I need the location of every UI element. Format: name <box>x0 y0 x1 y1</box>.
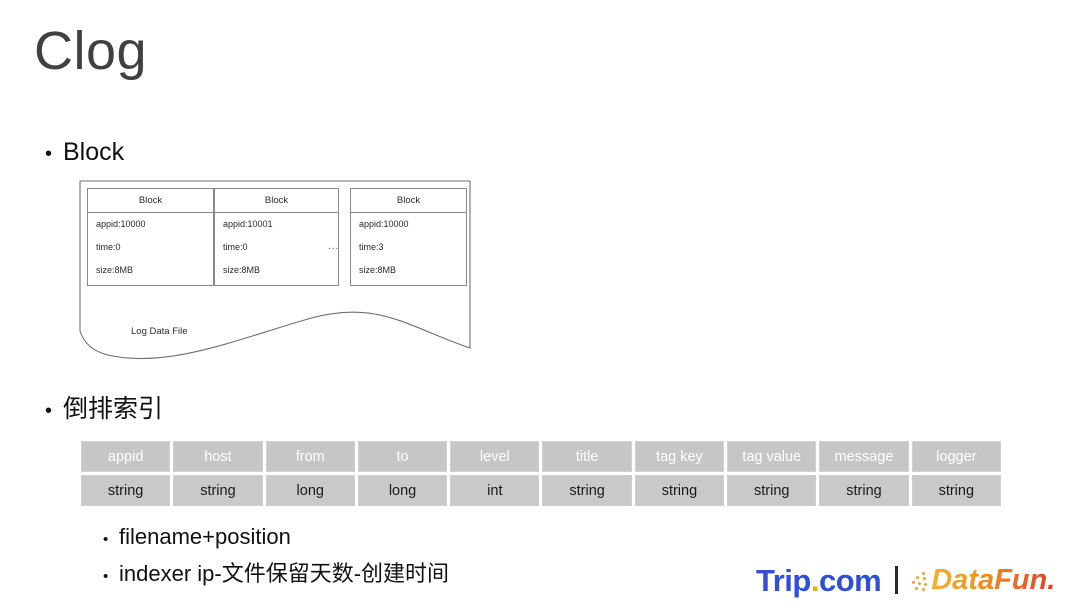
datafun-logo-text: DataFun. <box>931 563 1056 596</box>
block-field-size: size:8MB <box>223 265 261 275</box>
table-header-cell: host <box>173 441 263 472</box>
datafun-dots-icon <box>912 569 930 591</box>
table-header-row: appid host from to level title tag key t… <box>81 441 1001 472</box>
table-row: string string long long int string strin… <box>81 475 1001 506</box>
table-cell-type: int <box>450 475 540 506</box>
table-cell-type: string <box>173 475 263 506</box>
block-field-time: time:0 <box>223 242 248 252</box>
table-header-cell: from <box>265 441 355 472</box>
block-header: Block <box>88 189 213 213</box>
block-cards: Block appid:10000 time:0 size:8MB Block … <box>78 179 474 294</box>
bullet-marker-icon: • <box>45 400 53 422</box>
table-header-cell: title <box>542 441 632 472</box>
sub-bullet-filename-position: • filename+position <box>103 524 291 550</box>
trip-logo-dot: . <box>810 562 820 598</box>
table-cell-type: long <box>357 475 448 506</box>
block-field-size: size:8MB <box>96 265 134 275</box>
schema-table: appid host from to level title tag key t… <box>81 441 1001 506</box>
logo-separator-icon <box>895 566 899 594</box>
table-header-cell: to <box>357 441 448 472</box>
block-field-time: time:3 <box>359 242 384 252</box>
bullet-block: • Block <box>45 138 124 167</box>
bullet-marker-icon: • <box>45 143 53 165</box>
table-header-cell: tag value <box>727 441 817 472</box>
block-fields: appid:10000 time:0 size:8MB <box>88 213 213 275</box>
block-card: Block appid:10001 time:0 size:8MB <box>214 188 339 286</box>
bullet-label: 倒排索引 <box>63 395 164 423</box>
table-cell-type: string <box>81 475 171 506</box>
table-cell-type: string <box>542 475 632 506</box>
block-header: Block <box>215 189 338 213</box>
table-header-cell: logger <box>911 441 1001 472</box>
block-card: Block appid:10000 time:0 size:8MB <box>87 188 214 286</box>
trip-logo-word: Trip <box>756 562 811 598</box>
bullet-label: Block <box>63 138 125 166</box>
block-field-appid: appid:10000 <box>359 219 409 229</box>
trip-logo-tld: com <box>818 562 882 598</box>
block-diagram: Block appid:10000 time:0 size:8MB Block … <box>78 179 474 371</box>
block-fields: appid:10001 time:0 size:8MB <box>215 213 338 275</box>
bullet-inverted-index: • 倒排索引 <box>45 389 163 425</box>
block-field-appid: appid:10000 <box>96 219 146 229</box>
table-cell-type: string <box>727 475 817 506</box>
footer-logos: Trip.com DataFun. <box>756 558 1055 602</box>
table-header-cell: level <box>450 441 540 472</box>
table-cell-type: string <box>634 475 725 506</box>
table-cell-type: string <box>819 475 909 506</box>
trip-com-logo: Trip.com <box>756 562 882 598</box>
block-field-size: size:8MB <box>359 265 397 275</box>
sub-bullet-label: filename+position <box>119 524 291 549</box>
bullet-marker-icon: • <box>103 531 109 548</box>
block-fields: appid:10000 time:3 size:8MB <box>351 213 466 275</box>
table-header-cell: message <box>819 441 909 472</box>
block-header: Block <box>351 189 466 213</box>
bullet-marker-icon: • <box>103 568 109 585</box>
datafun-logo: DataFun. <box>912 563 1056 596</box>
sub-bullet-indexer-ip: • indexer ip-文件保留天数-创建时间 <box>103 556 449 588</box>
page-title: Clog <box>34 21 148 81</box>
log-data-file-label: Log Data File <box>131 326 188 337</box>
sub-bullet-label: indexer ip-文件保留天数-创建时间 <box>119 561 450 586</box>
block-ellipsis: ... <box>328 241 340 252</box>
block-card: Block appid:10000 time:3 size:8MB <box>350 188 467 286</box>
table-cell-type: string <box>911 475 1001 506</box>
table-header-cell: appid <box>81 441 171 472</box>
block-field-time: time:0 <box>96 242 121 252</box>
block-field-appid: appid:10001 <box>223 219 273 229</box>
table-cell-type: long <box>265 475 355 506</box>
table-header-cell: tag key <box>634 441 725 472</box>
